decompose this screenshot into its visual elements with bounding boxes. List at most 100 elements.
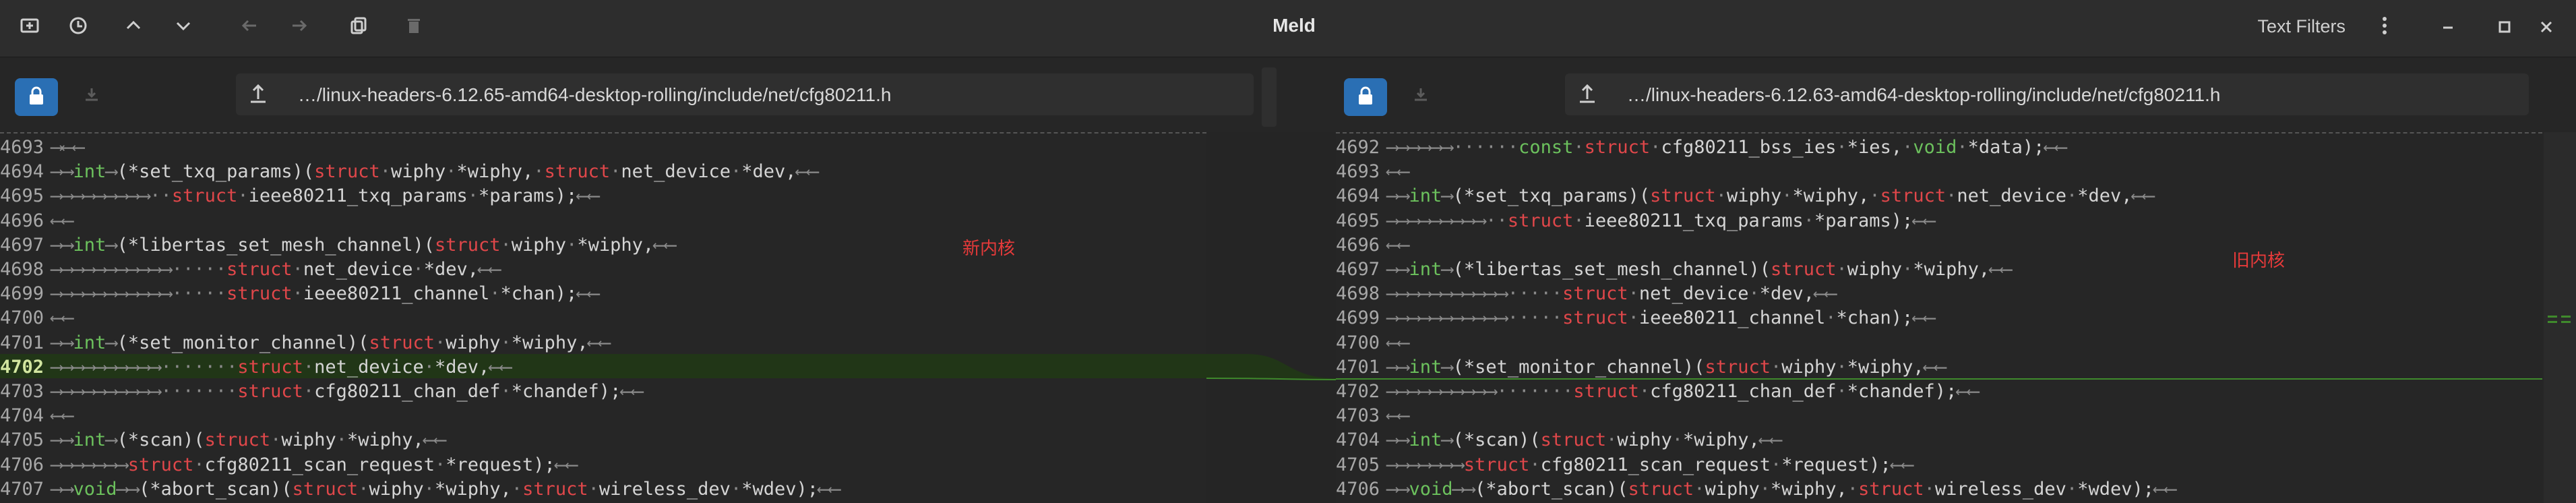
line-number: 4694: [0, 161, 44, 183]
diff-link-map[interactable]: [1206, 132, 1336, 503]
save-icon: [1412, 86, 1430, 109]
code-line[interactable]: 4695 ⟶⟶⟶⟶⟶⟶⟶⟶⟶··struct·ieee80211_txq_para…: [1336, 209, 1935, 233]
code-line[interactable]: 4693 ⟶⟵⟵: [0, 136, 84, 160]
code-line[interactable]: 4698 ⟶⟶⟶⟶⟶⟶⟶⟶⟶⟶⟶·····struct·net_device·*d…: [0, 258, 501, 282]
delete-button[interactable]: [395, 9, 433, 47]
line-number: 4701: [1336, 356, 1380, 378]
line-number: 4704: [1336, 430, 1380, 451]
line-number: 4702: [1336, 381, 1380, 402]
delete-icon: [404, 16, 423, 40]
code-line[interactable]: 4703 ⟵⟵: [1336, 404, 1409, 428]
line-number: 4699: [1336, 307, 1380, 329]
code-line[interactable]: 4694 ⟶⟶int⟶(*set_txq_params)(struct·wiphy…: [1336, 184, 2154, 208]
line-text: ⟶⟶int⟶(*set_txq_params)(struct·wiphy·*wi…: [51, 161, 819, 183]
code-line[interactable]: 4704 ⟵⟵: [0, 404, 73, 428]
code-line[interactable]: 4693 ⟵⟵: [1336, 160, 1409, 184]
right-text-pane[interactable]: 4692 ⟶⟶⟶⟶⟶⟶······const·struct·cfg80211_bs…: [1336, 132, 2542, 503]
line-number: 4693: [1336, 161, 1380, 183]
back-icon: [240, 16, 259, 40]
line-number: 4699: [0, 283, 44, 305]
overview-change-marker: [2561, 321, 2571, 323]
overview-change-marker: [2548, 316, 2557, 318]
code-line[interactable]: 4697 ⟶⟶int⟶(*libertas_set_mesh_channel)(s…: [1336, 258, 2012, 282]
next-change-button[interactable]: [164, 9, 202, 47]
left-file-path: …/linux-headers-6.12.65-amd64-desktop-ro…: [298, 84, 892, 105]
file-toolbar: …/linux-headers-6.12.65-amd64-desktop-ro…: [0, 57, 2576, 131]
code-line[interactable]: 4702 ⟶⟶⟶⟶⟶⟶⟶⟶⟶⟶·······struct·net_device·*…: [0, 355, 512, 380]
code-line[interactable]: 4697 ⟶⟶int⟶(*libertas_set_mesh_channel)(s…: [0, 233, 676, 258]
code-line[interactable]: 4705 ⟶⟶int⟶(*scan)(struct·wiphy·*wiphy,⟵⟵: [0, 428, 446, 452]
line-number: 4695: [0, 185, 44, 207]
upload-icon[interactable]: [1577, 82, 1601, 107]
pane-top-separator: [1336, 132, 2542, 135]
code-line[interactable]: 4699 ⟶⟶⟶⟶⟶⟶⟶⟶⟶⟶⟶·····struct·ieee80211_cha…: [0, 282, 599, 306]
line-text: ⟵⟵: [1387, 234, 1409, 256]
minimize-button[interactable]: [2429, 9, 2467, 47]
line-text: ⟵⟵: [51, 210, 73, 231]
line-number: 4707: [0, 478, 44, 500]
line-text: ⟶⟶int⟶(*libertas_set_mesh_channel)(struc…: [51, 234, 676, 256]
history-button[interactable]: [59, 9, 97, 47]
code-line[interactable]: 4694 ⟶⟶int⟶(*set_txq_params)(struct·wiphy…: [0, 160, 818, 184]
code-line[interactable]: 4695 ⟶⟶⟶⟶⟶⟶⟶⟶⟶··struct·ieee80211_txq_para…: [0, 184, 599, 208]
line-text: ⟵⟵: [51, 307, 73, 329]
code-line[interactable]: 4696 ⟵⟵: [0, 209, 73, 233]
code-line[interactable]: 4692 ⟶⟶⟶⟶⟶⟶······const·struct·cfg80211_bs…: [1336, 136, 2066, 160]
push-right-button[interactable]: [280, 9, 318, 47]
code-line[interactable]: 4701 ⟶⟶int⟶(*set_monitor_channel)(struct·…: [0, 331, 610, 355]
code-line[interactable]: 4701 ⟶⟶int⟶(*set_monitor_channel)(struct·…: [1336, 355, 1946, 380]
previous-change-button[interactable]: [115, 9, 152, 47]
push-left-button[interactable]: [231, 9, 268, 47]
line-number: 4694: [1336, 185, 1380, 207]
upload-icon[interactable]: [248, 82, 272, 107]
line-number: 4705: [1336, 454, 1380, 475]
left-lock-button[interactable]: [15, 78, 58, 116]
copy-button[interactable]: [340, 9, 377, 47]
code-line[interactable]: 4702 ⟶⟶⟶⟶⟶⟶⟶⟶⟶⟶·······struct·cfg80211_cha…: [1336, 380, 1979, 404]
menu-button[interactable]: [2366, 9, 2403, 47]
code-line[interactable]: 4706 ⟶⟶⟶⟶⟶⟶⟶struct·cfg80211_scan_request·…: [0, 453, 577, 477]
right-file-path-bar[interactable]: …/linux-headers-6.12.63-amd64-desktop-ro…: [1565, 73, 2529, 115]
code-line[interactable]: 4700 ⟵⟵: [1336, 331, 1409, 355]
line-text: ⟶⟶⟶⟶⟶⟶⟶struct·cfg80211_scan_request·*req…: [51, 454, 578, 475]
left-text-pane[interactable]: 4693 ⟶⟵⟵ 4694 ⟶⟶int⟶(*set_txq_params)(struc…: [0, 132, 1206, 503]
code-line[interactable]: 4698 ⟶⟶⟶⟶⟶⟶⟶⟶⟶⟶⟶·····struct·net_device·*d…: [1336, 282, 1837, 306]
diff-overview-map[interactable]: [2544, 132, 2576, 503]
code-line[interactable]: 4704 ⟶⟶int⟶(*scan)(struct·wiphy·*wiphy,⟵⟵: [1336, 428, 1781, 452]
line-text: ⟶⟶⟶⟶⟶⟶······const·struct·cfg80211_bss_ie…: [1387, 137, 2066, 158]
code-line[interactable]: 4705 ⟶⟶⟶⟶⟶⟶⟶struct·cfg80211_scan_request·…: [1336, 453, 1913, 477]
line-number: 4703: [1336, 405, 1380, 427]
code-line[interactable]: 4699 ⟶⟶⟶⟶⟶⟶⟶⟶⟶⟶⟶·····struct·ieee80211_cha…: [1336, 306, 1935, 330]
line-text: ⟶⟶int⟶(*set_txq_params)(struct·wiphy·*wi…: [1387, 185, 2155, 207]
save-icon: [83, 86, 100, 109]
code-line[interactable]: 4703 ⟶⟶⟶⟶⟶⟶⟶⟶⟶⟶·······struct·cfg80211_cha…: [0, 380, 643, 404]
left-save-button[interactable]: [70, 78, 113, 116]
code-line[interactable]: 4700 ⟵⟵: [0, 306, 73, 330]
text-filters-button[interactable]: Text Filters: [2224, 16, 2345, 37]
line-text: ⟶⟶void⟶⟶(*abort_scan)(struct·wiphy·*wiph…: [51, 478, 840, 500]
maximize-icon: [2496, 17, 2513, 40]
code-line[interactable]: 4706 ⟶⟶void⟶⟶(*abort_scan)(struct·wiphy·*…: [1336, 477, 2176, 502]
right-lock-button[interactable]: [1344, 78, 1387, 116]
code-line[interactable]: 4707 ⟶⟶void⟶⟶(*abort_scan)(struct·wiphy·*…: [0, 477, 840, 502]
new-comparison-button[interactable]: [11, 9, 49, 47]
close-button[interactable]: [2527, 9, 2565, 47]
code-line[interactable]: 4696 ⟵⟵: [1336, 233, 1409, 258]
line-number: 4697: [1336, 259, 1380, 280]
maximize-button[interactable]: [2486, 9, 2523, 47]
right-save-button[interactable]: [1399, 78, 1442, 116]
forward-icon: [290, 16, 309, 40]
line-number: 4705: [0, 430, 44, 451]
pane-divider-handle[interactable]: [1262, 67, 1277, 127]
line-text: ⟶⟶⟶⟶⟶⟶⟶struct·cfg80211_scan_request·*req…: [1387, 454, 1913, 475]
line-text: ⟵⟵: [1387, 161, 1409, 183]
title-bar: Meld Text Filters: [0, 0, 2576, 57]
overview-change-marker: [2561, 316, 2571, 318]
line-text: ⟶⟶⟶⟶⟶⟶⟶⟶⟶⟶·······struct·net_device·*dev,…: [51, 356, 512, 378]
line-number: 4703: [0, 381, 44, 402]
left-file-path-bar[interactable]: …/linux-headers-6.12.65-amd64-desktop-ro…: [236, 73, 1254, 115]
line-number: 4700: [1336, 332, 1380, 353]
copy-icon: [349, 16, 368, 40]
next-change-icon: [174, 16, 193, 40]
line-number: 4701: [0, 332, 44, 353]
